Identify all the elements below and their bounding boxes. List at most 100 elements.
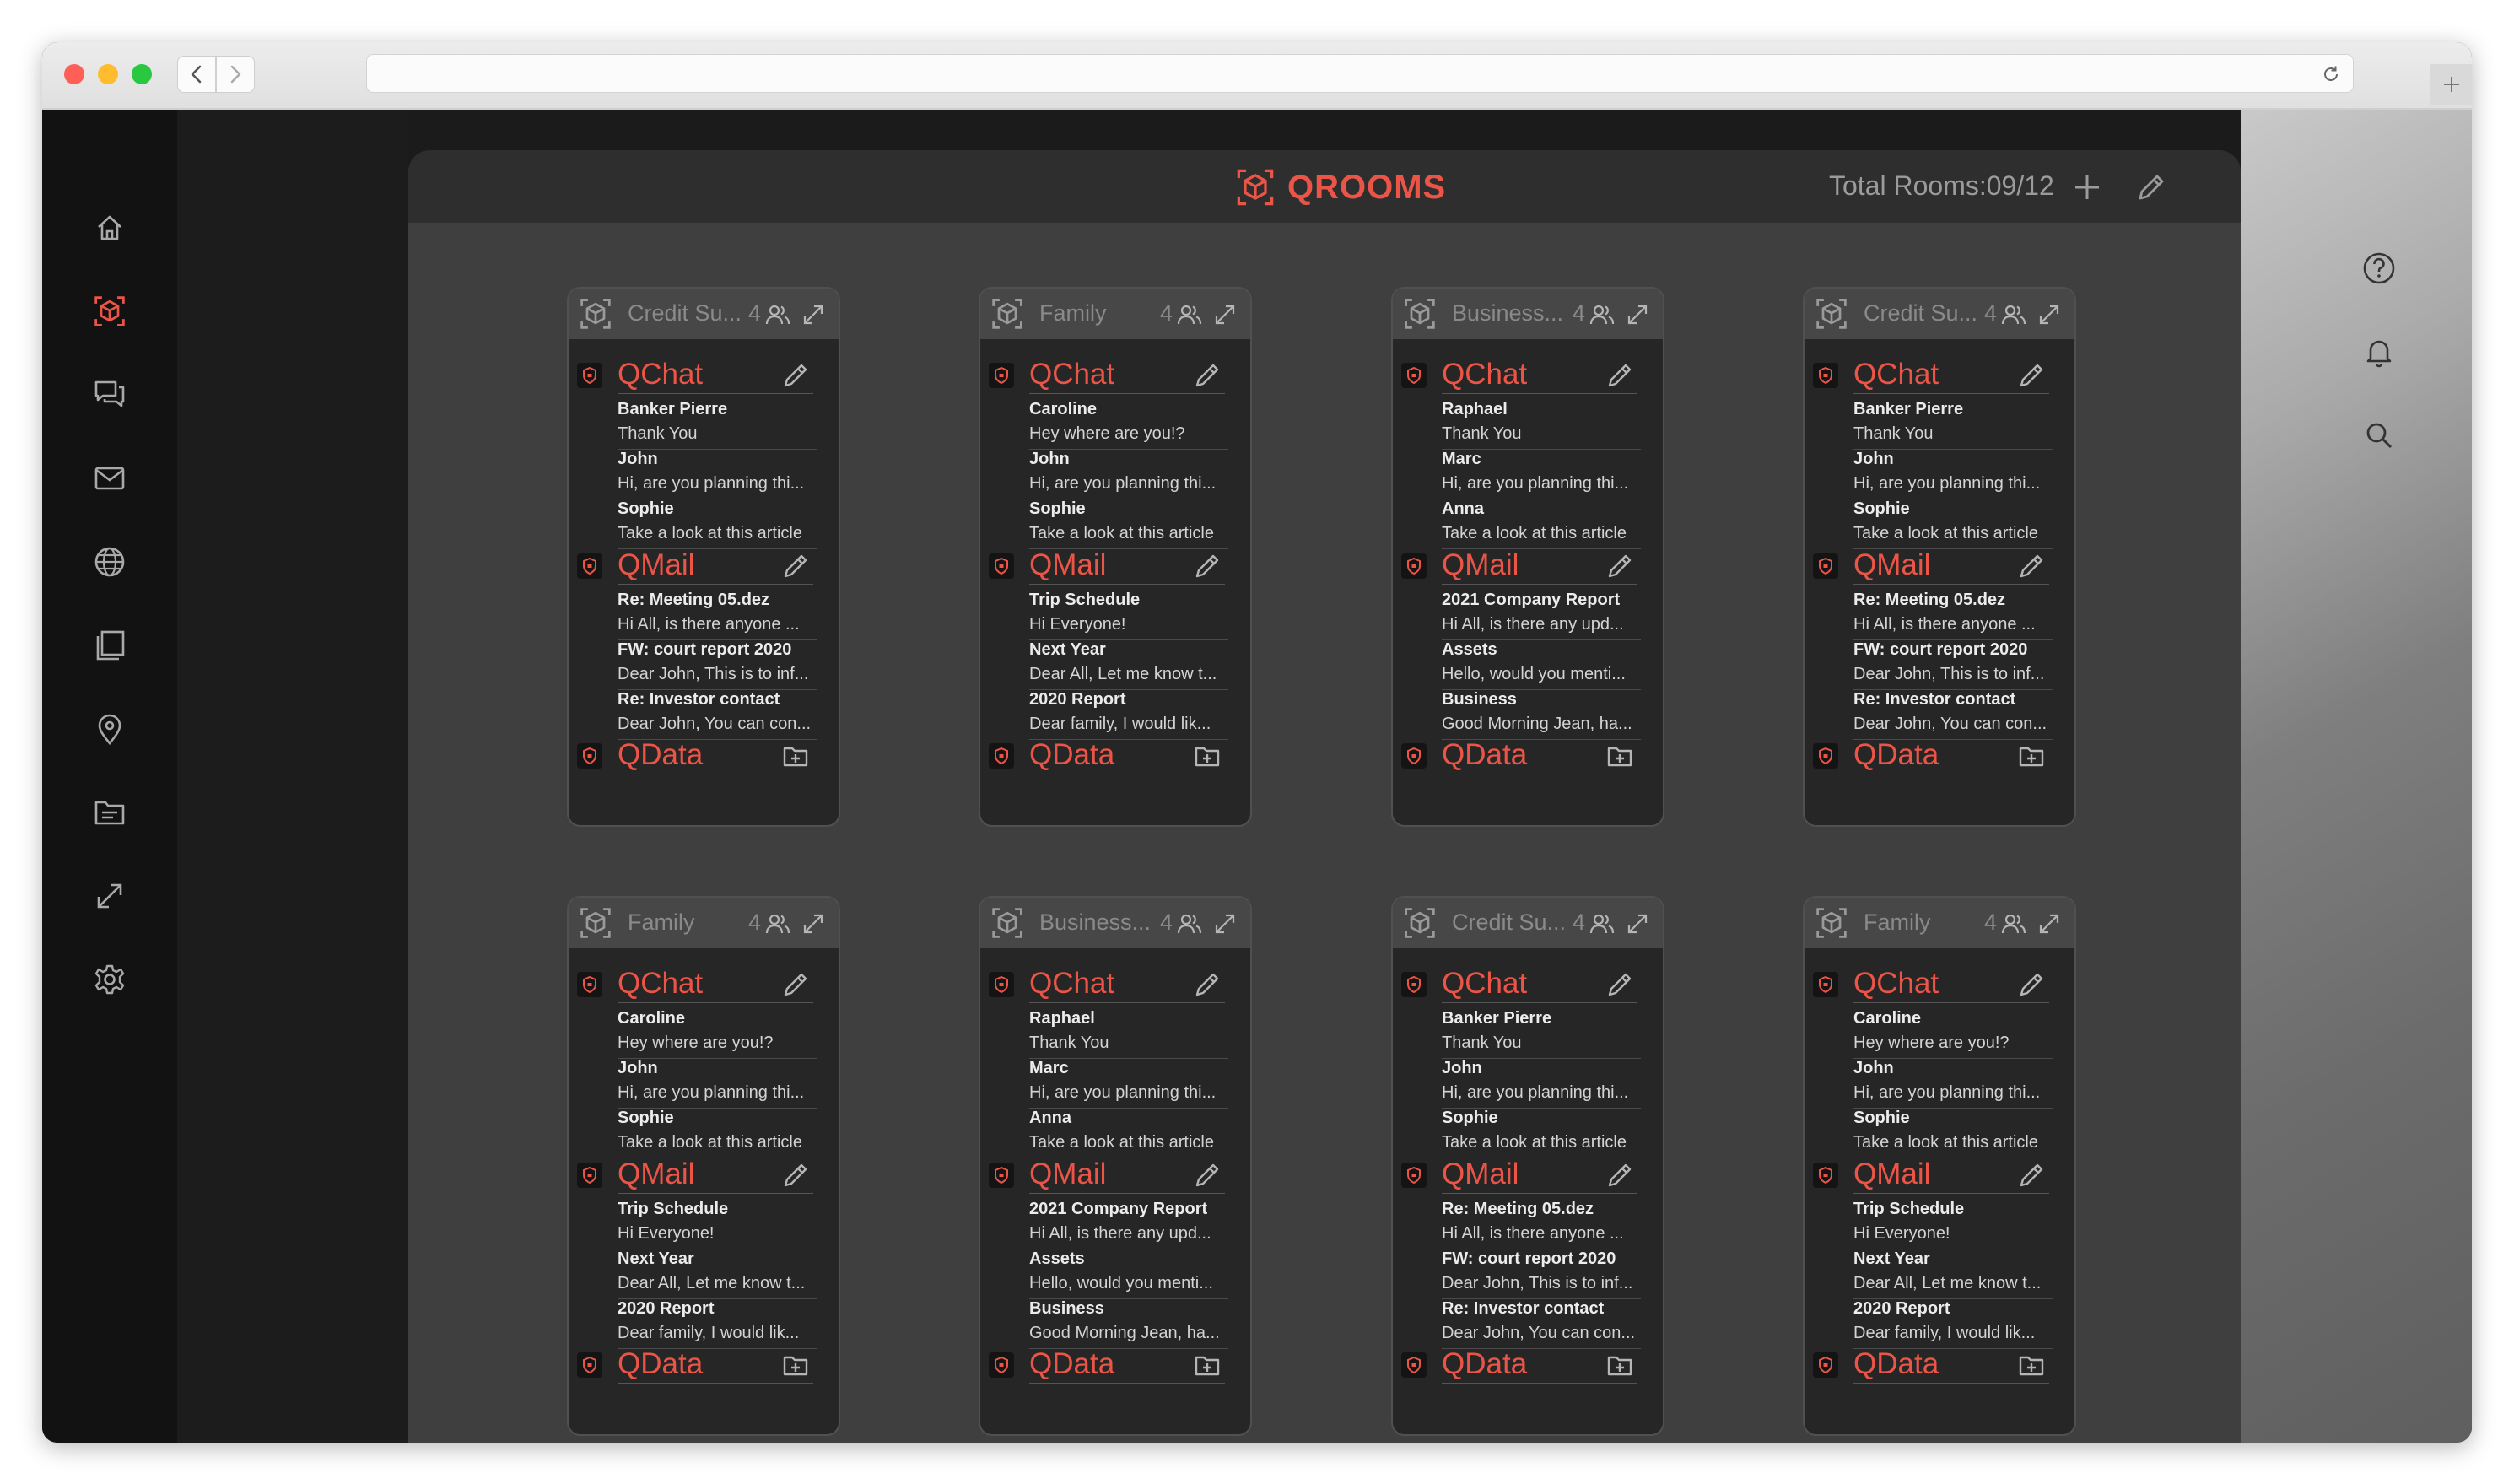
pencil-icon[interactable]: [781, 1161, 810, 1190]
expand-room-icon[interactable]: [801, 303, 825, 326]
expand-room-icon[interactable]: [2037, 912, 2061, 936]
qmail-label[interactable]: QMail: [1029, 547, 1106, 584]
pencil-icon[interactable]: [781, 970, 810, 999]
minimize-window-button[interactable]: [98, 64, 118, 84]
sidebar-item-chat[interactable]: [93, 378, 127, 412]
qdata-label[interactable]: QData: [618, 737, 703, 774]
room-card[interactable]: Business... 4 QChat Raphael Thank You Marc Hi,…: [979, 896, 1252, 1436]
sidebar-item-rooms[interactable]: [93, 294, 127, 328]
pencil-icon[interactable]: [781, 361, 810, 390]
sidebar-item-location[interactable]: [93, 712, 127, 746]
qdata-label[interactable]: QData: [1853, 737, 1939, 774]
message-preview: Take a look at this article: [1442, 524, 1641, 549]
qchat-label[interactable]: QChat: [618, 965, 703, 1002]
pencil-icon[interactable]: [2017, 970, 2046, 999]
qchat-label[interactable]: QChat: [1853, 356, 1939, 393]
search-button[interactable]: [2360, 417, 2398, 454]
sidebar-item-web[interactable]: [93, 545, 127, 579]
forward-button[interactable]: [216, 56, 255, 93]
pencil-icon[interactable]: [1193, 361, 1222, 390]
qchat-label[interactable]: QChat: [1029, 356, 1114, 393]
qmail-label[interactable]: QMail: [1442, 1156, 1519, 1193]
sidebar-item-files[interactable]: [93, 796, 127, 829]
pencil-icon[interactable]: [1193, 1161, 1222, 1190]
pencil-icon[interactable]: [781, 552, 810, 580]
room-card[interactable]: Business... 4 QChat Raphael Thank You Marc Hi,…: [1391, 287, 1664, 827]
room-card[interactable]: Family 4 QChat Caroline Hey where are you!? J…: [567, 896, 840, 1436]
sidebar-item-expand[interactable]: [93, 879, 127, 913]
expand-room-icon[interactable]: [2037, 303, 2061, 326]
qmail-label[interactable]: QMail: [1442, 547, 1519, 584]
folder-plus-icon[interactable]: [2017, 1351, 2046, 1379]
reload-icon[interactable]: [2321, 64, 2341, 84]
expand-room-icon[interactable]: [1626, 912, 1649, 936]
qchat-label[interactable]: QChat: [1442, 356, 1527, 393]
pencil-icon[interactable]: [1193, 970, 1222, 999]
pencil-icon[interactable]: [2017, 1161, 2046, 1190]
room-card[interactable]: Credit Su... 4 QChat Banker Pierre Thank You…: [1391, 896, 1664, 1436]
users-icon[interactable]: [2000, 303, 2027, 326]
message-sender: Trip Schedule: [618, 1200, 729, 1218]
room-card[interactable]: Family 4 QChat Caroline Hey where are you!? J…: [1803, 896, 2076, 1436]
users-icon[interactable]: [1589, 912, 1616, 936]
users-icon[interactable]: [1176, 912, 1203, 936]
folder-plus-icon[interactable]: [1605, 1351, 1634, 1379]
qmail-label[interactable]: QMail: [1853, 1156, 1930, 1193]
pencil-icon[interactable]: [1605, 1161, 1634, 1190]
zoom-window-button[interactable]: [132, 64, 152, 84]
pencil-icon[interactable]: [1605, 970, 1634, 999]
users-icon[interactable]: [1176, 303, 1203, 326]
qchat-label[interactable]: QChat: [618, 356, 703, 393]
folder-plus-icon[interactable]: [781, 1351, 810, 1379]
users-icon[interactable]: [2000, 912, 2027, 936]
folder-plus-icon[interactable]: [2017, 742, 2046, 770]
qdata-label[interactable]: QData: [1029, 1346, 1114, 1383]
expand-room-icon[interactable]: [1626, 303, 1649, 326]
room-card[interactable]: Credit Su... 4 QChat Banker Pierre Thank You…: [1803, 287, 2076, 827]
pencil-icon[interactable]: [1605, 552, 1634, 580]
sidebar-item-mail[interactable]: [93, 461, 127, 495]
address-bar[interactable]: [366, 54, 2354, 93]
qmail-label[interactable]: QMail: [618, 547, 694, 584]
pencil-icon[interactable]: [2017, 552, 2046, 580]
expand-room-icon[interactable]: [801, 912, 825, 936]
room-card-header: Family 4: [1805, 898, 2074, 948]
close-window-button[interactable]: [64, 64, 84, 84]
qdata-label[interactable]: QData: [1442, 1346, 1527, 1383]
qchat-label[interactable]: QChat: [1442, 965, 1527, 1002]
qmail-label[interactable]: QMail: [1029, 1156, 1106, 1193]
room-card[interactable]: Credit Su... 4 QChat Banker Pierre Thank You…: [567, 287, 840, 827]
expand-room-icon[interactable]: [1213, 912, 1237, 936]
folder-plus-icon[interactable]: [1193, 1351, 1222, 1379]
sidebar-item-pages[interactable]: [93, 629, 127, 662]
expand-room-icon[interactable]: [1213, 303, 1237, 326]
pencil-icon[interactable]: [2017, 361, 2046, 390]
folder-plus-icon[interactable]: [1193, 742, 1222, 770]
notifications-button[interactable]: [2360, 333, 2398, 370]
room-card[interactable]: Family 4 QChat Caroline Hey where are you!? J…: [979, 287, 1252, 827]
qdata-label[interactable]: QData: [1029, 737, 1114, 774]
folder-plus-icon[interactable]: [781, 742, 810, 770]
add-room-button[interactable]: [2070, 170, 2104, 204]
folder-plus-icon[interactable]: [1605, 742, 1634, 770]
sidebar-item-home[interactable]: [93, 211, 127, 245]
message-sender: Sophie: [1442, 1109, 1498, 1127]
sidebar-item-settings[interactable]: [93, 963, 127, 996]
pencil-icon[interactable]: [1193, 552, 1222, 580]
edit-rooms-button[interactable]: [2134, 170, 2168, 204]
back-button[interactable]: [177, 56, 216, 93]
users-icon[interactable]: [1589, 303, 1616, 326]
qchat-label[interactable]: QChat: [1029, 965, 1114, 1002]
qdata-label[interactable]: QData: [1442, 737, 1527, 774]
qchat-label[interactable]: QChat: [1853, 965, 1939, 1002]
qdata-label[interactable]: QData: [618, 1346, 703, 1383]
users-icon[interactable]: [764, 912, 791, 936]
qmail-label[interactable]: QMail: [618, 1156, 694, 1193]
qmail-label[interactable]: QMail: [1853, 547, 1930, 584]
qdata-label[interactable]: QData: [1853, 1346, 1939, 1383]
room-cube-icon: [990, 297, 1024, 331]
users-icon[interactable]: [764, 303, 791, 326]
help-button[interactable]: [2360, 250, 2398, 287]
new-tab-button[interactable]: [2430, 64, 2472, 105]
pencil-icon[interactable]: [1605, 361, 1634, 390]
